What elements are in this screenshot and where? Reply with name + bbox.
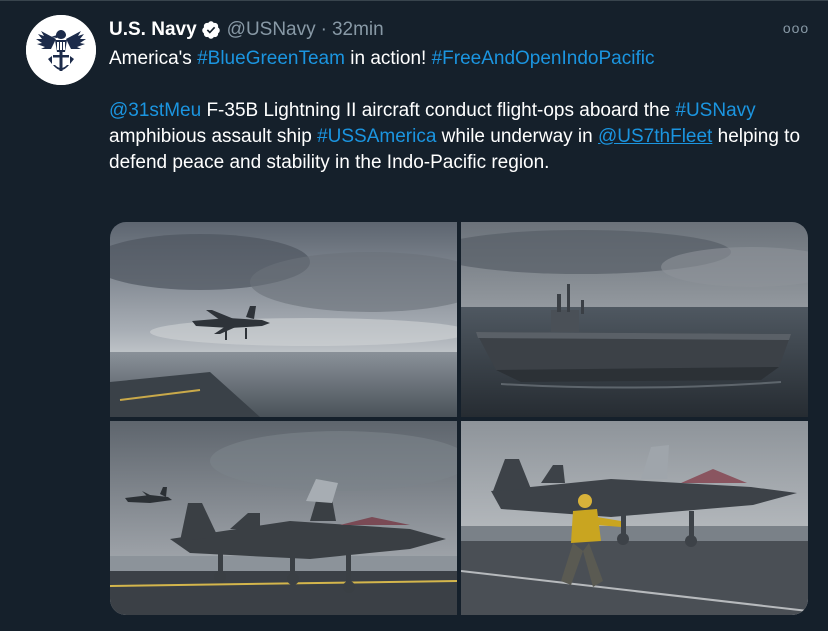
divider xyxy=(0,0,828,1)
separator-dot: · xyxy=(320,19,327,40)
us-navy-eagle-icon xyxy=(26,15,96,85)
photo-f35-crew[interactable] xyxy=(461,421,808,615)
mention-us7thfleet[interactable]: @US7thFleet xyxy=(598,126,712,147)
text-segment: in action! xyxy=(344,48,432,69)
more-options-button[interactable]: ooo xyxy=(782,18,810,38)
author-handle[interactable]: @USNavy xyxy=(227,19,316,41)
tweet-header: U.S. Navy @USNavy · 32min xyxy=(109,17,384,43)
tweet-text: America's #BlueGreenTeam in action! #Fre… xyxy=(109,46,809,176)
photo-f35-hover[interactable] xyxy=(110,222,457,417)
more-options-icon: ooo xyxy=(782,20,810,36)
photo-f35-deck[interactable] xyxy=(110,421,457,615)
mention-31stmeu[interactable]: @31stMeu xyxy=(109,100,201,121)
tweet-body: @31stMeu F-35B Lightning II aircraft con… xyxy=(109,98,809,176)
avatar[interactable] xyxy=(26,15,96,85)
photo-uss-america[interactable] xyxy=(461,222,808,417)
text-segment: America's xyxy=(109,48,198,69)
author-name[interactable]: U.S. Navy xyxy=(109,19,197,41)
text-segment: amphibious assault ship xyxy=(109,126,318,147)
media-grid xyxy=(110,222,808,615)
hashtag-ussamerica[interactable]: #USSAmerica xyxy=(317,126,436,147)
hashtag-usnavy[interactable]: #USNavy xyxy=(675,100,755,121)
tweet: U.S. Navy @USNavy · 32min ooo America's … xyxy=(0,0,828,631)
hashtag-freeandopenindopacific[interactable]: #FreeAndOpenIndoPacific xyxy=(432,48,655,69)
tweet-line-1: America's #BlueGreenTeam in action! #Fre… xyxy=(109,46,809,72)
verified-badge-icon xyxy=(201,20,221,40)
text-segment: F-35B Lightning II aircraft conduct flig… xyxy=(201,100,676,121)
hashtag-bluegreenteam[interactable]: #BlueGreenTeam xyxy=(197,48,345,69)
timestamp[interactable]: 32min xyxy=(332,19,384,41)
text-segment: while underway in xyxy=(436,126,598,147)
